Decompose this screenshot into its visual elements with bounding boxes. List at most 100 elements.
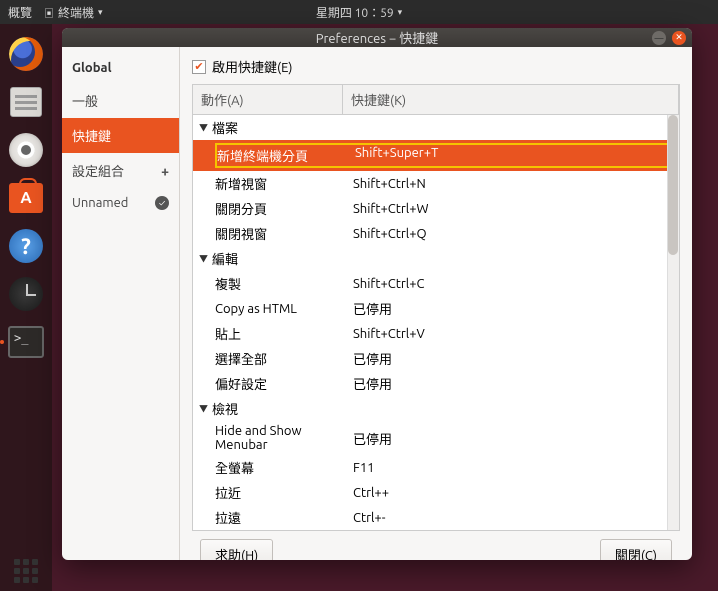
shortcut-row[interactable]: 新增視窗Shift+Ctrl+N xyxy=(193,171,679,196)
key-cell: 已停用 xyxy=(353,299,679,318)
close-window-button[interactable]: ✕ xyxy=(672,31,686,45)
window-title: Preferences − 快捷鍵 xyxy=(316,28,439,47)
minimize-button[interactable]: — xyxy=(652,31,666,45)
sidebar-item-shortcuts[interactable]: 快捷鍵 xyxy=(62,118,179,153)
shortcut-row[interactable]: 全螢幕F11 xyxy=(193,455,679,480)
group-row[interactable]: ▼ 檔案 xyxy=(193,115,679,140)
shortcut-row[interactable]: 關閉分頁Shift+Ctrl+W xyxy=(193,196,679,221)
shortcut-row[interactable]: 關閉視窗Shift+Ctrl+Q xyxy=(193,221,679,246)
shortcut-row[interactable]: Hide and Show Menubar已停用 xyxy=(193,421,679,455)
clock[interactable]: 星期四 10：59 xyxy=(316,4,394,21)
titlebar[interactable]: Preferences − 快捷鍵 — ✕ xyxy=(62,28,692,47)
key-cell: 已停用 xyxy=(353,429,679,448)
sidebar-header-profiles: 設定組合 + xyxy=(62,153,179,188)
add-profile-icon[interactable]: + xyxy=(161,163,169,179)
shortcut-row[interactable]: 新增終端機分頁Shift+Super+T xyxy=(193,140,679,171)
enable-shortcuts-checkbox[interactable]: ✔ xyxy=(192,60,206,74)
action-cell: 拉近 xyxy=(215,483,353,502)
group-row[interactable]: ▼ 檢視 xyxy=(193,396,679,421)
sidebar-item-general[interactable]: 一般 xyxy=(62,83,179,118)
dock-help[interactable]: ? xyxy=(6,226,46,266)
main-pane: ✔ 啟用快捷鍵(E) 動作(A) 快捷鍵(K) ▼檔案新增終端機分頁Shift+… xyxy=(180,47,692,560)
key-cell: Shift+Ctrl+Q xyxy=(353,227,679,241)
files-icon xyxy=(10,87,42,117)
activities-button[interactable]: 概覽 xyxy=(8,4,32,21)
shortcut-row[interactable]: Copy as HTML已停用 xyxy=(193,296,679,321)
help-button[interactable]: 求助(H) xyxy=(200,539,273,560)
key-cell: 已停用 xyxy=(353,374,679,393)
dock-terminal[interactable]: >_ xyxy=(6,322,46,362)
preferences-window: Preferences − 快捷鍵 — ✕ Global 一般 快捷鍵 設定組合… xyxy=(62,28,692,560)
action-cell: Copy as HTML xyxy=(215,302,353,316)
key-cell: Shift+Ctrl+V xyxy=(353,327,679,341)
group-label: 檔案 xyxy=(212,118,238,137)
sidebar: Global 一般 快捷鍵 設定組合 + Unnamed ✓ xyxy=(62,47,180,560)
terminal-indicator-icon: ▣ xyxy=(44,5,54,20)
terminal-icon: >_ xyxy=(8,326,44,358)
shortcut-row[interactable]: 選擇全部已停用 xyxy=(193,346,679,371)
group-label: 檢視 xyxy=(212,399,238,418)
app-menu-label: 終端機 xyxy=(58,4,94,21)
shortcuts-table: 動作(A) 快捷鍵(K) ▼檔案新增終端機分頁Shift+Super+T新增視窗… xyxy=(192,84,680,531)
triangle-down-icon: ▼ xyxy=(199,252,208,265)
help-icon: ? xyxy=(9,229,43,263)
key-cell: Shift+Ctrl+W xyxy=(353,202,679,216)
table-body[interactable]: ▼檔案新增終端機分頁Shift+Super+T新增視窗Shift+Ctrl+N關… xyxy=(193,115,679,530)
action-cell: 關閉分頁 xyxy=(215,199,353,218)
key-cell: Shift+Super+T xyxy=(355,146,677,165)
action-cell: 選擇全部 xyxy=(215,349,353,368)
sidebar-item-label: Unnamed xyxy=(72,196,128,210)
top-panel: 概覽 ▣ 終端機 ▾ 星期四 10：59 ▾ xyxy=(0,0,718,24)
action-cell: 新增終端機分頁 xyxy=(217,146,355,165)
group-row[interactable]: ▼ 編輯 xyxy=(193,246,679,271)
sidebar-profiles-label: 設定組合 xyxy=(72,161,124,180)
table-header: 動作(A) 快捷鍵(K) xyxy=(193,85,679,115)
sidebar-item-label: 一般 xyxy=(72,91,98,110)
action-cell: 全螢幕 xyxy=(215,458,353,477)
dock: A ? >_ xyxy=(0,24,52,591)
chevron-down-icon: ▾ xyxy=(98,7,103,18)
action-cell: 複製 xyxy=(215,274,353,293)
chevron-down-icon: ▾ xyxy=(398,7,403,18)
key-cell: Shift+Ctrl+N xyxy=(353,177,679,191)
shortcut-row[interactable]: 拉遠Ctrl+- xyxy=(193,505,679,530)
sidebar-item-label: 快捷鍵 xyxy=(72,126,111,145)
action-cell: Hide and Show Menubar xyxy=(215,424,353,452)
key-cell: Ctrl++ xyxy=(353,486,679,500)
column-action[interactable]: 動作(A) xyxy=(193,85,343,114)
group-label: 編輯 xyxy=(212,249,238,268)
close-button[interactable]: 關閉(C) xyxy=(600,539,672,560)
action-cell: 貼上 xyxy=(215,324,353,343)
speaker-icon xyxy=(9,133,43,167)
scrollbar-thumb[interactable] xyxy=(668,115,678,255)
sidebar-profile-unnamed[interactable]: Unnamed ✓ xyxy=(62,188,179,218)
shortcut-row[interactable]: 拉近Ctrl++ xyxy=(193,480,679,505)
shortcut-row[interactable]: 偏好設定已停用 xyxy=(193,371,679,396)
shortcut-row[interactable]: 複製Shift+Ctrl+C xyxy=(193,271,679,296)
shortcut-row[interactable]: 貼上Shift+Ctrl+V xyxy=(193,321,679,346)
dock-files[interactable] xyxy=(6,82,46,122)
app-menu[interactable]: ▣ 終端機 ▾ xyxy=(44,4,103,21)
triangle-down-icon: ▼ xyxy=(199,121,208,134)
dock-firefox[interactable] xyxy=(6,34,46,74)
action-cell: 關閉視窗 xyxy=(215,224,353,243)
key-cell: 已停用 xyxy=(353,349,679,368)
action-cell: 新增視窗 xyxy=(215,174,353,193)
column-shortcut[interactable]: 快捷鍵(K) xyxy=(343,85,679,114)
shopping-bag-icon: A xyxy=(9,183,43,213)
key-cell: Ctrl+- xyxy=(353,511,679,525)
key-cell: F11 xyxy=(353,461,679,475)
dock-software[interactable]: A xyxy=(6,178,46,218)
dock-clocks[interactable] xyxy=(6,274,46,314)
action-cell: 偏好設定 xyxy=(215,374,353,393)
clock-icon xyxy=(9,277,43,311)
triangle-down-icon: ▼ xyxy=(199,402,208,415)
action-cell: 拉遠 xyxy=(215,508,353,527)
firefox-icon xyxy=(9,37,43,71)
key-cell: Shift+Ctrl+C xyxy=(353,277,679,291)
scrollbar[interactable] xyxy=(667,115,679,530)
default-profile-icon: ✓ xyxy=(155,196,169,210)
show-applications[interactable] xyxy=(6,551,46,591)
dock-rhythmbox[interactable] xyxy=(6,130,46,170)
enable-shortcuts-label: 啟用快捷鍵(E) xyxy=(212,57,292,76)
